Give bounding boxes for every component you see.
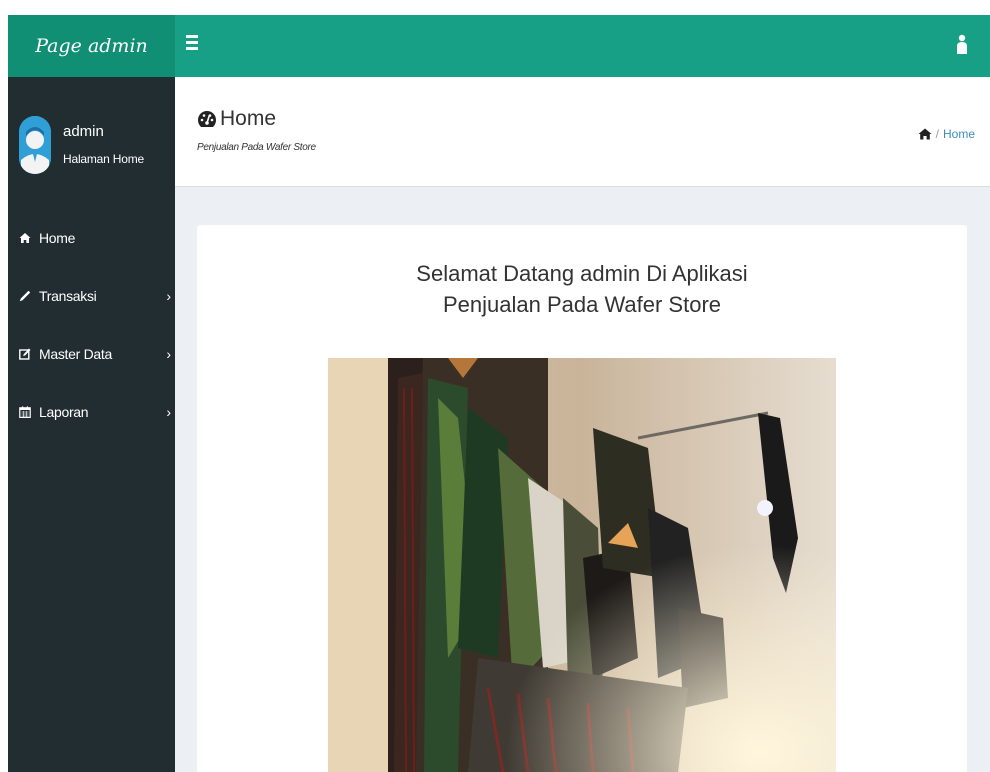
page-subtitle: Penjualan Pada Wafer Store xyxy=(197,142,316,153)
user-panel: admin Halaman Home xyxy=(8,77,175,189)
chevron-right-icon: › xyxy=(166,404,171,420)
sidebar-menu: Home Transaksi › Master Data › Laporan › xyxy=(8,231,175,463)
home-icon[interactable] xyxy=(918,128,932,140)
content-wrapper: Home Penjualan Pada Wafer Store / Home S… xyxy=(175,77,990,772)
pencil-icon xyxy=(18,289,32,303)
breadcrumb: / Home xyxy=(918,127,975,141)
top-navbar: Page admin xyxy=(8,15,990,77)
page-title-text: Home xyxy=(220,107,277,130)
welcome-line-2: Penjualan Pada Wafer Store xyxy=(442,292,722,317)
hamburger-icon xyxy=(186,35,198,38)
brand-name: Page admin xyxy=(35,35,148,57)
sidebar-item-label: Transaksi xyxy=(39,288,97,304)
user-name: admin xyxy=(63,123,104,140)
page-title: Home xyxy=(197,107,276,131)
store-photo xyxy=(328,358,836,772)
welcome-line-1: Selamat Datang admin Di Aplikasi xyxy=(416,261,748,286)
sidebar-item-label: Laporan xyxy=(39,404,89,420)
dashboard-icon xyxy=(198,111,216,127)
breadcrumb-separator: / xyxy=(935,127,939,141)
welcome-message: Selamat Datang admin Di Aplikasi Penjual… xyxy=(197,258,967,320)
calendar-icon xyxy=(18,405,32,419)
sidebar-toggle-button[interactable] xyxy=(186,35,200,53)
sidebar-item-label: Master Data xyxy=(39,346,112,362)
user-menu-button[interactable] xyxy=(956,34,968,54)
sidebar-item-transaksi[interactable]: Transaksi › xyxy=(8,289,175,347)
sidebar-item-master-data[interactable]: Master Data › xyxy=(8,347,175,405)
user-subtitle: Halaman Home xyxy=(63,152,144,166)
sidebar-item-laporan[interactable]: Laporan › xyxy=(8,405,175,463)
user-icon xyxy=(957,34,967,54)
home-icon xyxy=(18,231,32,245)
sidebar-item-home[interactable]: Home xyxy=(8,231,175,289)
chevron-right-icon: › xyxy=(166,288,171,304)
sidebar: admin Halaman Home Home Transaksi › Mast… xyxy=(8,77,175,772)
chevron-right-icon: › xyxy=(166,346,171,362)
content-header: Home Penjualan Pada Wafer Store / Home xyxy=(175,77,990,187)
breadcrumb-current[interactable]: Home xyxy=(943,127,975,141)
avatar xyxy=(19,116,51,174)
sidebar-item-label: Home xyxy=(39,230,76,246)
edit-icon xyxy=(18,347,32,361)
brand-logo[interactable]: Page admin xyxy=(8,15,175,77)
app-frame: Page admin admin Halaman Home Home Trans… xyxy=(8,15,990,772)
